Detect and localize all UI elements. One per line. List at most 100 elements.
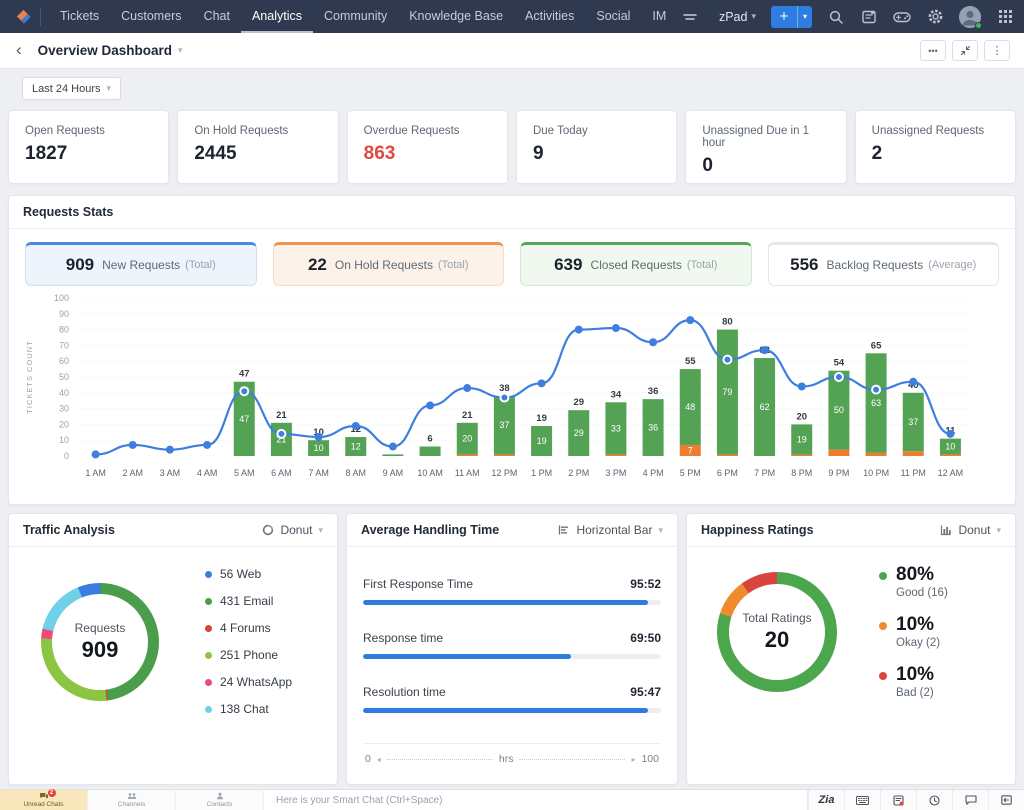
chevron-down-icon: ▾ — [106, 83, 112, 93]
legend-sublabel: Okay (2) — [896, 636, 941, 649]
smart-chat-input[interactable]: Here is your Smart Chat (Ctrl+Space) — [264, 790, 808, 810]
zia-button[interactable]: Zia — [808, 790, 844, 810]
svg-text:0: 0 — [64, 451, 69, 461]
nav-item-knowledge-base[interactable]: Knowledge Base — [398, 0, 514, 33]
hide-panel-icon[interactable] — [988, 790, 1024, 810]
svg-text:37: 37 — [499, 420, 509, 430]
add-new-button[interactable]: + ▾ — [771, 5, 812, 28]
add-new-dropdown[interactable]: ▾ — [797, 5, 812, 28]
happiness-legend-item-bad[interactable]: 10% Bad (2) — [879, 663, 948, 699]
svg-text:10 AM: 10 AM — [417, 468, 443, 478]
happiness-legend-item-okay[interactable]: 10% Okay (2) — [879, 614, 948, 649]
handling-row-resolution-time[interactable]: Resolution time 95:47 — [363, 685, 661, 713]
nav-item-tickets[interactable]: Tickets — [49, 0, 110, 33]
plus-icon[interactable]: + — [771, 5, 797, 28]
nav-item-customers[interactable]: Customers — [110, 0, 192, 33]
handling-metric-label: Resolution time — [363, 685, 446, 699]
svg-text:55: 55 — [685, 356, 696, 367]
nav-item-chat[interactable]: Chat — [193, 0, 241, 33]
kpi-value: 2445 — [194, 143, 237, 164]
chat-bubble-icon[interactable] — [952, 790, 988, 810]
requests-stats-chart[interactable]: 0 10 20 30 40 50 60 70 80 90 100 TICKETS COUNT 47 47 2… — [19, 290, 999, 488]
svg-text:29: 29 — [574, 428, 584, 438]
unread-chats-tab[interactable]: 2 Unread Chats — [0, 789, 88, 810]
requests-stats-pills: 909 New Requests (Total) 22 On Hold Requests… — [25, 242, 999, 286]
chart-icon — [941, 525, 952, 536]
svg-text:1 PM: 1 PM — [531, 468, 552, 478]
happiness-legend-item-good[interactable]: 80% Good (16) — [879, 565, 948, 599]
svg-text:100: 100 — [54, 293, 69, 303]
back-button[interactable]: ‹ — [14, 40, 30, 62]
pill-suffix: (Total) — [437, 259, 469, 271]
kpi-value: 0 — [702, 155, 713, 176]
svg-text:2 AM: 2 AM — [122, 468, 143, 478]
legend-percent: 10% — [896, 663, 935, 685]
traffic-view-label: Donut — [280, 523, 313, 537]
handling-bar-track — [363, 654, 661, 659]
smart-chat-placeholder: Here is your Smart Chat (Ctrl+Space) — [276, 794, 443, 806]
channels-tab[interactable]: Channels — [88, 790, 176, 810]
chats-icon: 2 — [39, 789, 56, 800]
horizontal-bar-icon — [559, 525, 569, 535]
search-icon[interactable] — [827, 8, 845, 26]
stat-pill-closed-requests[interactable]: 639 Closed Requests (Total) — [520, 242, 752, 286]
kpi-card-unassigned-due-in-1-hour[interactable]: Unassigned Due in 1 hour 0 — [685, 110, 847, 184]
kpi-value: 2 — [871, 143, 883, 164]
nav-more-icon[interactable] — [683, 12, 698, 22]
notes-icon[interactable] — [880, 790, 916, 810]
kpi-card-due-today[interactable]: Due Today 9 — [515, 110, 678, 184]
gamescope-icon[interactable] — [893, 8, 911, 26]
stat-pill-new-requests[interactable]: 909 New Requests (Total) — [25, 242, 257, 286]
channels-icon — [127, 792, 137, 800]
traffic-legend-item-whatsapp[interactable]: 24 WhatsApp — [205, 675, 292, 689]
svg-text:50: 50 — [59, 372, 69, 382]
traffic-donut[interactable]: Requests 909 — [41, 582, 159, 701]
apps-grid-icon[interactable] — [996, 8, 1014, 26]
stat-pill-backlog-requests[interactable]: 556 Backlog Requests (Average) — [767, 242, 999, 286]
nav-item-community[interactable]: Community — [313, 0, 398, 33]
kpi-label: Unassigned Requests — [871, 125, 985, 137]
handling-metric-value: 69:50 — [630, 631, 661, 645]
traffic-legend-item-forums[interactable]: 4 Forums — [205, 621, 292, 635]
time-range-filter[interactable]: Last 24 Hours ▾ — [22, 77, 122, 100]
traffic-legend-item-email[interactable]: 431 Email — [205, 594, 292, 608]
happiness-donut[interactable]: Total Ratings 20 — [717, 571, 837, 692]
history-clock-icon[interactable] — [916, 790, 952, 810]
kpi-card-unassigned-requests[interactable]: Unassigned Requests 2 — [854, 110, 1016, 184]
traffic-legend-item-web[interactable]: 56 Web — [205, 567, 292, 581]
traffic-legend-item-chat[interactable]: 138 Chat — [205, 702, 292, 716]
svg-text:21: 21 — [276, 410, 287, 421]
kpi-card-overdue-requests[interactable]: Overdue Requests 863 — [346, 110, 508, 184]
workspace-selector[interactable]: zPad ▾ — [719, 10, 756, 24]
user-avatar[interactable] — [959, 5, 982, 29]
stat-pill-on-hold-requests[interactable]: 22 On Hold Requests (Total) — [272, 242, 504, 286]
kpi-card-open-requests[interactable]: Open Requests 1827 — [8, 110, 170, 184]
legend-sublabel: Bad (2) — [896, 686, 934, 699]
collapse-button[interactable] — [952, 40, 978, 61]
nav-item-activities[interactable]: Activities — [514, 0, 585, 33]
contacts-tab[interactable]: Contacts — [176, 790, 264, 810]
svg-text:60: 60 — [59, 356, 69, 366]
more-actions-button[interactable]: ••• — [920, 40, 946, 61]
dashboard-switcher-caret[interactable]: ▾ — [178, 45, 183, 56]
happiness-title: Happiness Ratings — [701, 523, 814, 537]
donut-icon — [263, 524, 274, 536]
app-logo-icon[interactable] — [10, 4, 36, 30]
settings-gear-icon[interactable] — [926, 8, 944, 26]
traffic-legend-item-phone[interactable]: 251 Phone — [205, 648, 292, 662]
handling-view-selector[interactable]: Horizontal Bar ▾ — [558, 523, 663, 537]
handling-row-response-time[interactable]: Response time 69:50 — [363, 631, 661, 659]
pill-value: 556 — [790, 255, 819, 274]
svg-text:5 AM: 5 AM — [234, 468, 255, 478]
kebab-menu-button[interactable]: ⋮ — [984, 40, 1010, 61]
keyboard-shortcuts-icon[interactable] — [844, 790, 880, 810]
happiness-view-selector[interactable]: Donut ▾ — [940, 523, 1001, 537]
feedback-icon[interactable] — [860, 8, 878, 26]
nav-item-social[interactable]: Social — [585, 0, 641, 33]
kpi-label: On Hold Requests — [194, 125, 289, 137]
traffic-view-selector[interactable]: Donut ▾ — [262, 523, 323, 537]
nav-item-analytics[interactable]: Analytics — [241, 0, 313, 33]
handling-row-first-response-time[interactable]: First Response Time 95:52 — [363, 577, 661, 605]
nav-item-im[interactable]: IM — [641, 0, 677, 33]
kpi-card-on-hold-requests[interactable]: On Hold Requests 2445 — [177, 110, 339, 184]
